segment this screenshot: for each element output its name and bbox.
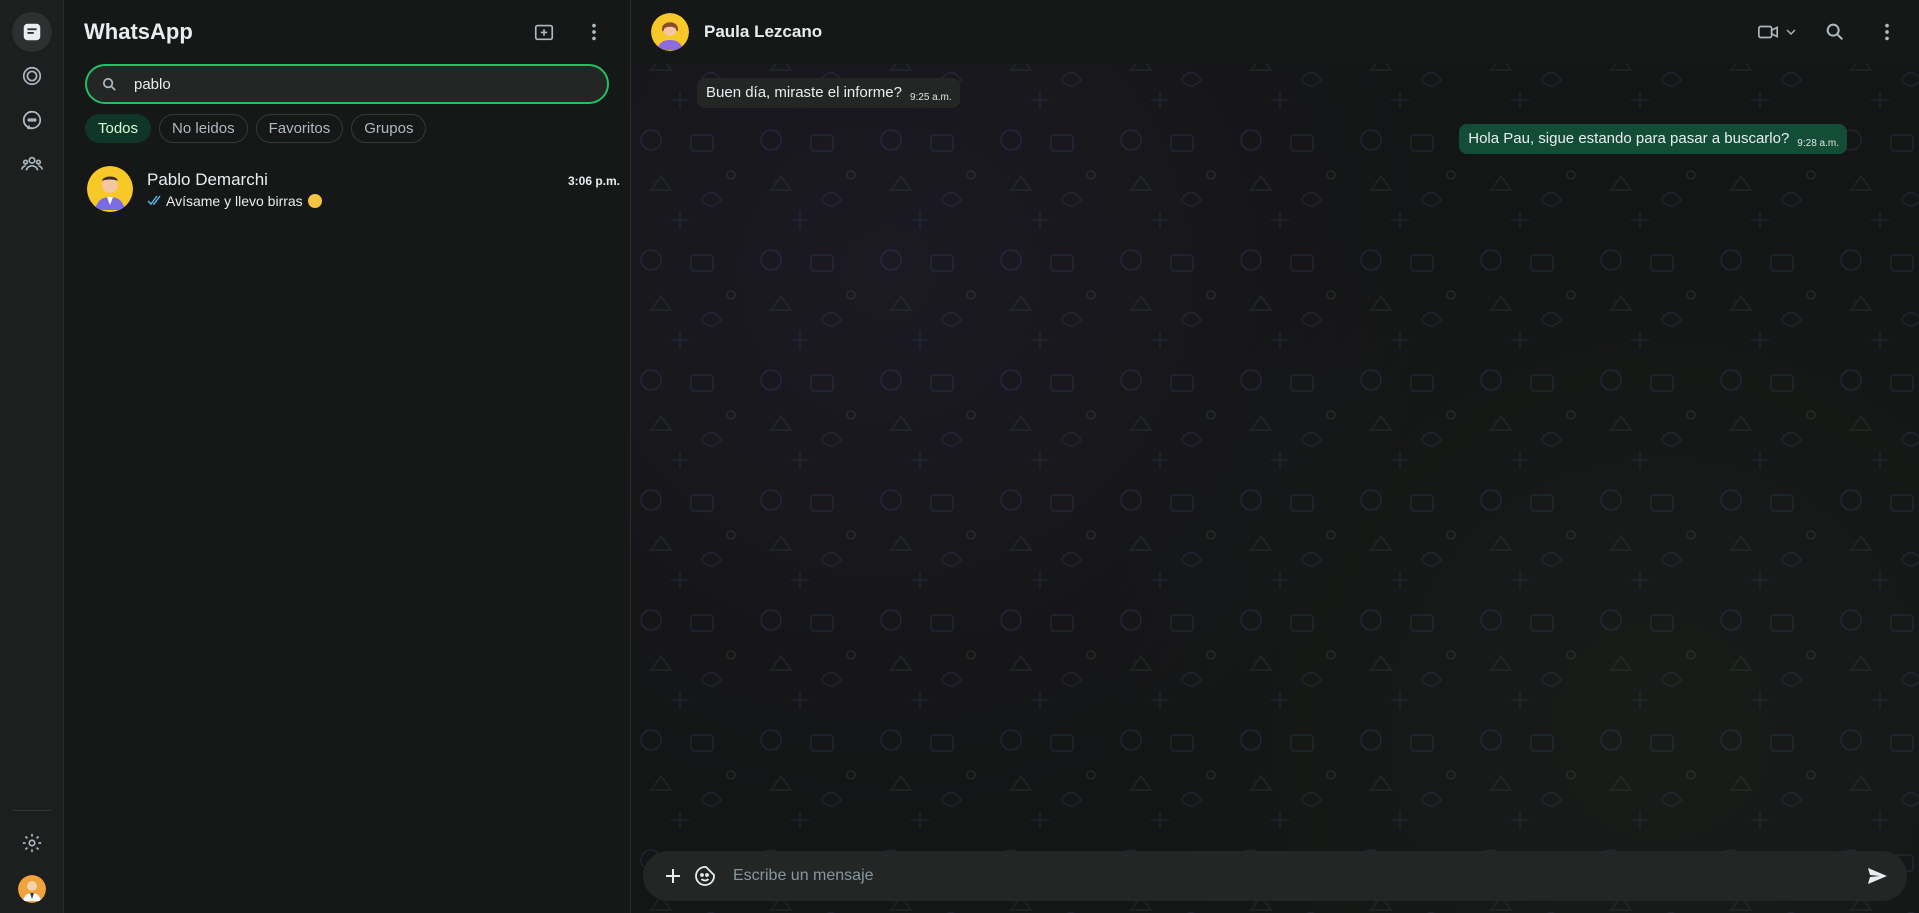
message-text: Buen día, miraste el informe? bbox=[706, 84, 902, 101]
message-time: 9:28 a.m. bbox=[1797, 138, 1839, 149]
incoming-message[interactable]: Buen día, miraste el informe? 9:25 a.m. bbox=[697, 78, 960, 108]
chat-list-panel: WhatsApp Todos No leidos Favoritos Grupo… bbox=[64, 0, 631, 913]
filter-no-leidos[interactable]: No leidos bbox=[159, 114, 248, 143]
channels-icon[interactable] bbox=[12, 100, 52, 140]
conversation-panel: Paula Lezcano Buen día, miraste el infor… bbox=[631, 0, 1919, 913]
message-list: Buen día, miraste el informe? 9:25 a.m. … bbox=[631, 64, 1919, 154]
settings-icon[interactable] bbox=[12, 823, 52, 863]
panel-header: WhatsApp bbox=[64, 0, 630, 64]
search-box[interactable] bbox=[85, 64, 609, 104]
profile-avatar[interactable] bbox=[17, 875, 46, 903]
app-title: WhatsApp bbox=[84, 19, 193, 44]
search-in-chat-icon[interactable] bbox=[1819, 16, 1851, 48]
chat-menu-icon[interactable] bbox=[1871, 16, 1903, 48]
outgoing-message[interactable]: Hola Pau, sigue estando para pasar a bus… bbox=[1459, 124, 1847, 154]
attach-plus-icon[interactable] bbox=[657, 860, 689, 892]
contact-avatar bbox=[87, 166, 133, 212]
chat-time: 3:06 p.m. bbox=[567, 173, 620, 188]
filter-favoritos[interactable]: Favoritos bbox=[255, 114, 344, 143]
chevron-down-icon bbox=[1786, 29, 1796, 35]
message-text: Hola Pau, sigue estando para pasar a bus… bbox=[1468, 130, 1790, 147]
chat-name: Pablo Demarchi bbox=[147, 169, 268, 189]
message-time: 9:25 a.m. bbox=[909, 92, 952, 103]
smiley-emoji-icon bbox=[307, 193, 322, 208]
communities-icon[interactable] bbox=[12, 144, 52, 184]
filter-grupos[interactable]: Grupos bbox=[351, 114, 427, 143]
nav-rail bbox=[0, 0, 64, 913]
filter-chips: Todos No leidos Favoritos Grupos bbox=[64, 104, 630, 143]
new-chat-icon[interactable] bbox=[528, 16, 560, 48]
contact-info[interactable]: Paula Lezcano bbox=[651, 13, 822, 51]
chat-list-item[interactable]: Pablo Demarchi 3:06 p.m. Avísame y llevo… bbox=[64, 153, 630, 225]
rail-divider bbox=[12, 810, 51, 811]
contact-name: Paula Lezcano bbox=[704, 22, 823, 41]
video-call-button[interactable] bbox=[1757, 21, 1799, 43]
double-check-icon bbox=[147, 195, 161, 206]
search-input[interactable] bbox=[134, 75, 593, 93]
chats-icon[interactable] bbox=[11, 12, 52, 52]
send-icon[interactable] bbox=[1861, 860, 1893, 892]
message-composer bbox=[643, 851, 1907, 901]
video-camera-icon bbox=[1758, 25, 1778, 39]
conversation-header: Paula Lezcano bbox=[631, 0, 1919, 64]
menu-icon[interactable] bbox=[578, 16, 610, 48]
chat-last-message: Avísame y llevo birras bbox=[166, 192, 303, 209]
status-icon[interactable] bbox=[12, 56, 52, 96]
search-icon bbox=[102, 77, 116, 91]
contact-avatar[interactable] bbox=[651, 13, 689, 51]
sticker-icon[interactable] bbox=[689, 860, 721, 892]
whatsapp-app: WhatsApp Todos No leidos Favoritos Grupo… bbox=[0, 0, 1919, 913]
filter-todos[interactable]: Todos bbox=[85, 114, 152, 143]
message-input[interactable] bbox=[733, 867, 1861, 885]
